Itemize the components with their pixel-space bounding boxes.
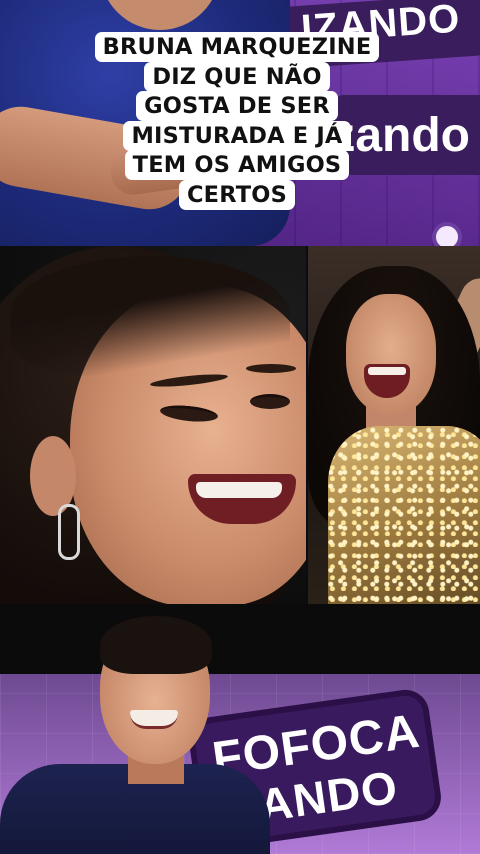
earring <box>58 504 80 560</box>
location-pin-icon <box>432 222 462 246</box>
eyebrow <box>246 364 296 373</box>
teeth <box>368 367 406 375</box>
caption-line: BRUNA MARQUEZINE <box>94 32 380 62</box>
caption-line: TEM OS AMIGOS <box>124 150 350 180</box>
party-laughing-photo <box>308 246 480 604</box>
host-smile <box>130 710 178 729</box>
caption-line: CERTOS <box>178 179 296 210</box>
hair-fringe <box>10 256 290 376</box>
caption-line: MISTURADA E JÁ <box>123 120 351 151</box>
caption-line: DIZ QUE NÃO <box>144 61 330 92</box>
headline-caption: BRUNA MARQUEZINE DIZ QUE NÃO GOSTA DE SE… <box>87 32 387 210</box>
eye <box>250 394 290 409</box>
sequin-dress <box>328 426 480 604</box>
host-hair <box>100 616 212 674</box>
bottom-host-photo: FOFOCA IZANDO <box>0 604 480 854</box>
caption-line: GOSTA DE SER <box>136 91 338 121</box>
teeth <box>196 482 282 498</box>
closeup-laughing-photo <box>0 246 306 604</box>
